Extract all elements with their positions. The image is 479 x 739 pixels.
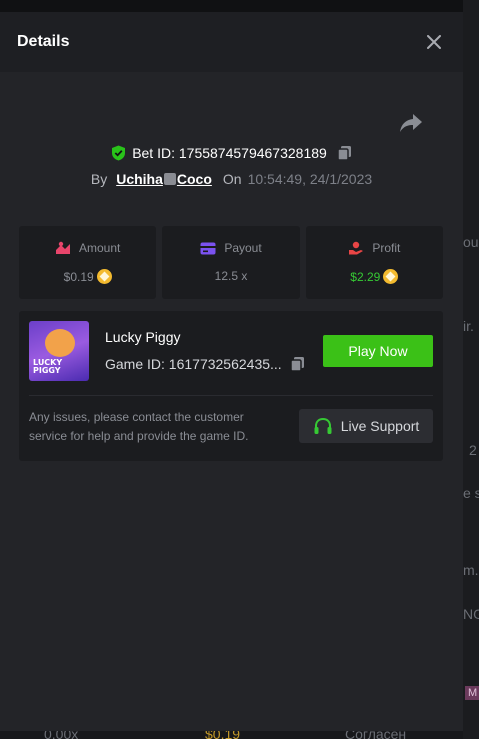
amount-label: Amount — [78, 241, 121, 255]
game-thumbnail[interactable]: LUCKY PIGGY — [29, 321, 89, 381]
username-part2: Coco — [176, 171, 212, 187]
share-button[interactable] — [398, 112, 424, 134]
bg-side-text: e s — [463, 485, 479, 501]
live-support-label: Live Support — [340, 418, 420, 434]
game-id-text: Game ID: 1617732562435... — [105, 356, 282, 372]
payout-label: Payout — [224, 241, 262, 255]
bet-timestamp: 10:54:49, 24/1/2023 — [247, 171, 373, 187]
coin-icon — [96, 269, 112, 284]
bg-side-badge: M — [465, 686, 479, 700]
bg-side-text: ou — [463, 234, 479, 250]
close-button[interactable] — [423, 31, 445, 53]
game-name: Lucky Piggy — [105, 329, 181, 345]
live-support-button[interactable]: Live Support — [299, 409, 433, 443]
bet-by-row: By Uchiha Coco On 10:54:49, 24/1/2023 — [0, 171, 463, 187]
headset-icon — [314, 417, 332, 434]
game-card: LUCKY PIGGY Lucky Piggy Game ID: 16177325… — [19, 311, 443, 461]
bg-side-text: 2 — [469, 442, 477, 458]
bg-bottom-payout: 0.00x — [44, 731, 79, 739]
modal-header: Details — [0, 12, 463, 72]
background-top-strip — [0, 0, 479, 12]
profit-hand-icon — [349, 241, 364, 255]
divider — [29, 395, 433, 396]
bg-side-text: m. — [463, 562, 479, 578]
bet-id-text: Bet ID: 1755874579467328189 — [132, 145, 327, 161]
bg-side-text: ir. — [463, 318, 474, 334]
stat-amount: Amount $0.19 — [19, 226, 157, 299]
copy-game-id-button[interactable] — [289, 356, 305, 372]
username-part1: Uchiha — [116, 171, 163, 187]
bg-bottom-amount: $0.19 — [205, 731, 241, 739]
stat-profit: Profit $2.29 — [305, 226, 443, 299]
bg-bottom-user: Согласен — [345, 731, 407, 739]
modal-title: Details — [17, 33, 70, 50]
copy-icon — [337, 146, 351, 161]
copy-icon — [289, 357, 304, 372]
play-now-button[interactable]: Play Now — [323, 335, 433, 367]
pig-graphic — [45, 329, 75, 357]
details-modal: Details Bet ID: 1755874579467328189 By U… — [0, 12, 463, 731]
payout-value: 12.5 x — [214, 269, 248, 283]
copy-bet-id-button[interactable] — [337, 145, 352, 161]
by-label: By — [90, 171, 108, 187]
dice-icon — [163, 173, 176, 185]
profit-value: $2.29 — [350, 269, 381, 284]
bet-stats: Amount $0.19 Payout 12.5 x Profit $2.29 — [19, 226, 443, 299]
issue-notice: Any issues, please contact the customer … — [29, 410, 249, 443]
background-side-content: ou ir. 2 e s m. NG M — [463, 0, 479, 739]
coin-icon — [383, 269, 399, 284]
bg-side-text: NG — [463, 606, 479, 622]
profit-label: Profit — [372, 241, 401, 255]
amount-value: $0.19 — [63, 269, 94, 284]
close-icon — [427, 35, 441, 49]
amount-icon — [55, 241, 70, 254]
share-icon — [400, 114, 422, 132]
verified-shield-icon — [112, 145, 126, 161]
background-bottom-row: 0.00x $0.19 Согласен — [0, 731, 479, 739]
payout-card-icon — [200, 242, 216, 254]
on-label: On — [222, 171, 242, 187]
stat-payout: Payout 12.5 x — [162, 226, 300, 299]
bet-id-row: Bet ID: 1755874579467328189 — [0, 145, 463, 161]
thumb-title-line2: PIGGY — [33, 366, 61, 375]
game-id-row: Game ID: 1617732562435... — [105, 356, 305, 372]
username-link[interactable]: Uchiha Coco — [116, 171, 212, 187]
